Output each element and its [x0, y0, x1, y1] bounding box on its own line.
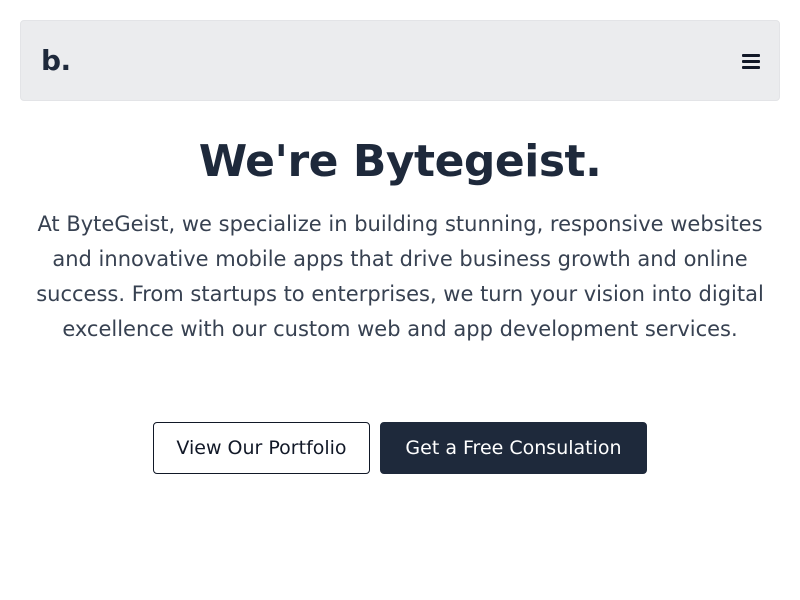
- free-consultation-button[interactable]: Get a Free Consulation: [380, 422, 647, 474]
- hero-description: At ByteGeist, we specialize in building …: [36, 212, 764, 341]
- logo[interactable]: b.: [41, 43, 71, 79]
- menu-button[interactable]: [731, 43, 771, 79]
- hamburger-menu-icon-bar: [742, 60, 760, 63]
- hamburger-menu-icon: [742, 54, 760, 57]
- view-portfolio-button[interactable]: View Our Portfolio: [153, 422, 370, 474]
- hero-title: We're Bytegeist.: [198, 136, 602, 187]
- navbar: b.: [20, 20, 780, 101]
- hamburger-menu-icon-bar: [742, 66, 760, 69]
